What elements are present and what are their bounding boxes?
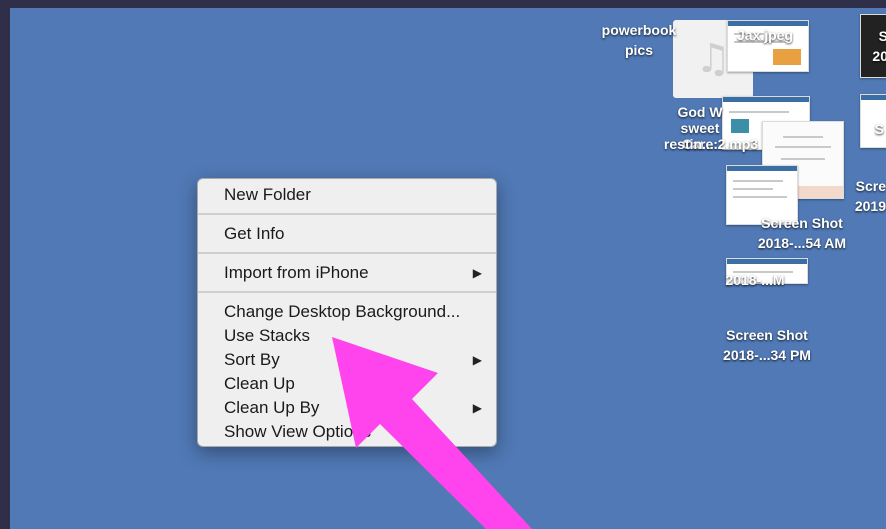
annotation-arrow-icon [332, 337, 532, 529]
annotation-arrow-shape [332, 337, 532, 529]
